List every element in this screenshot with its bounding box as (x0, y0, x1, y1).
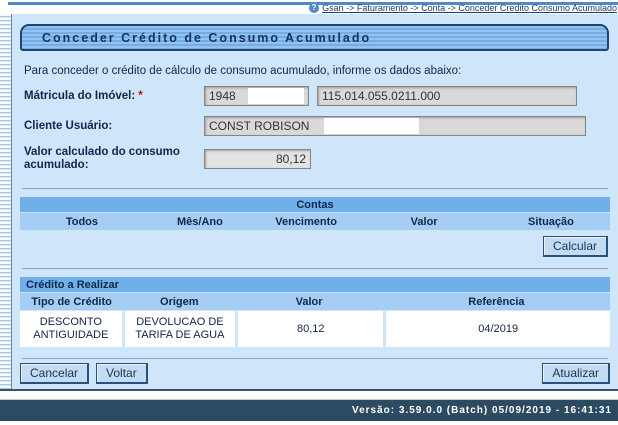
cell-referencia: 04/2019 (386, 311, 610, 347)
credito-table-header: Tipo de Crédito Origem Valor Referência (20, 293, 610, 310)
content-area: Conceder Crédito de Consumo Acumulado Pa… (12, 14, 618, 389)
cell-tipo-credito: DESCONTO ANTIGUIDADE (20, 311, 122, 347)
cell-origem: DEVOLUCAO DE TARIFA DE AGUA (125, 311, 235, 347)
divider (22, 358, 608, 359)
voltar-button[interactable]: Voltar (96, 363, 148, 384)
form-row-cliente: Cliente Usuário: (24, 116, 612, 136)
credito-table-title: Crédito a Realizar (20, 277, 610, 293)
left-striped-border (0, 14, 12, 389)
cell-valor: 80,12 (238, 311, 383, 347)
divider (22, 188, 608, 189)
gsan-window: ? Gsan -> Faturamento -> Conta -> Conced… (0, 0, 618, 425)
redaction-patch (324, 118, 419, 134)
credito-col-origem: Origem (123, 296, 235, 308)
cancelar-button[interactable]: Cancelar (20, 363, 89, 384)
breadcrumb[interactable]: Gsan -> Faturamento -> Conta -> Conceder… (322, 3, 617, 13)
form-row-valor-consumo: Valor calculado do consumo acumulado: (24, 146, 612, 172)
breadcrumb-bar: ? Gsan -> Faturamento -> Conta -> Conced… (0, 0, 618, 14)
credito-col-valor: Valor (235, 296, 383, 308)
matricula-label-text: Mátricula do Imóvel: (24, 90, 135, 102)
divider (22, 268, 608, 269)
contas-table: Contas Todos Mês/Ano Vencimento Valor Si… (20, 197, 610, 230)
credito-col-tipo: Tipo de Crédito (20, 296, 123, 308)
page-title: Conceder Crédito de Consumo Acumulado (20, 24, 609, 51)
credito-col-referencia: Referência (383, 296, 610, 308)
redaction-patch (248, 88, 304, 104)
footer-gap (0, 391, 618, 400)
table-row: DESCONTO ANTIGUIDADE DEVOLUCAO DE TARIFA… (20, 311, 610, 347)
atualizar-button[interactable]: Atualizar (542, 363, 610, 384)
help-icon[interactable]: ? (309, 3, 319, 13)
contas-col-situacao: Situação (492, 216, 610, 228)
contas-col-mes-ano: Mês/Ano (144, 216, 256, 228)
cliente-label: Cliente Usuário: (24, 120, 204, 133)
contas-col-todos: Todos (20, 216, 144, 228)
matricula-label: Mátricula do Imóvel:* (24, 90, 204, 103)
form-row-matricula: Mátricula do Imóvel:* (24, 86, 612, 106)
contas-col-valor: Valor (356, 216, 492, 228)
calcular-button[interactable]: Calcular (543, 236, 608, 257)
valor-consumo-label: Valor calculado do consumo acumulado: (24, 146, 204, 172)
required-marker: * (138, 90, 142, 102)
contas-col-vencimento: Vencimento (256, 216, 356, 228)
valor-consumo-field (204, 149, 311, 169)
inscricao-field (317, 86, 577, 106)
version-footer: Versão: 3.59.0.0 (Batch) 05/09/2019 - 16… (0, 400, 618, 421)
instruction-text: Para conceder o crédito de cálculo de co… (24, 65, 612, 77)
credito-table: Crédito a Realizar Tipo de Crédito Orige… (20, 277, 610, 347)
contas-table-title: Contas (20, 197, 610, 213)
contas-table-header: Todos Mês/Ano Vencimento Valor Situação (20, 213, 610, 230)
